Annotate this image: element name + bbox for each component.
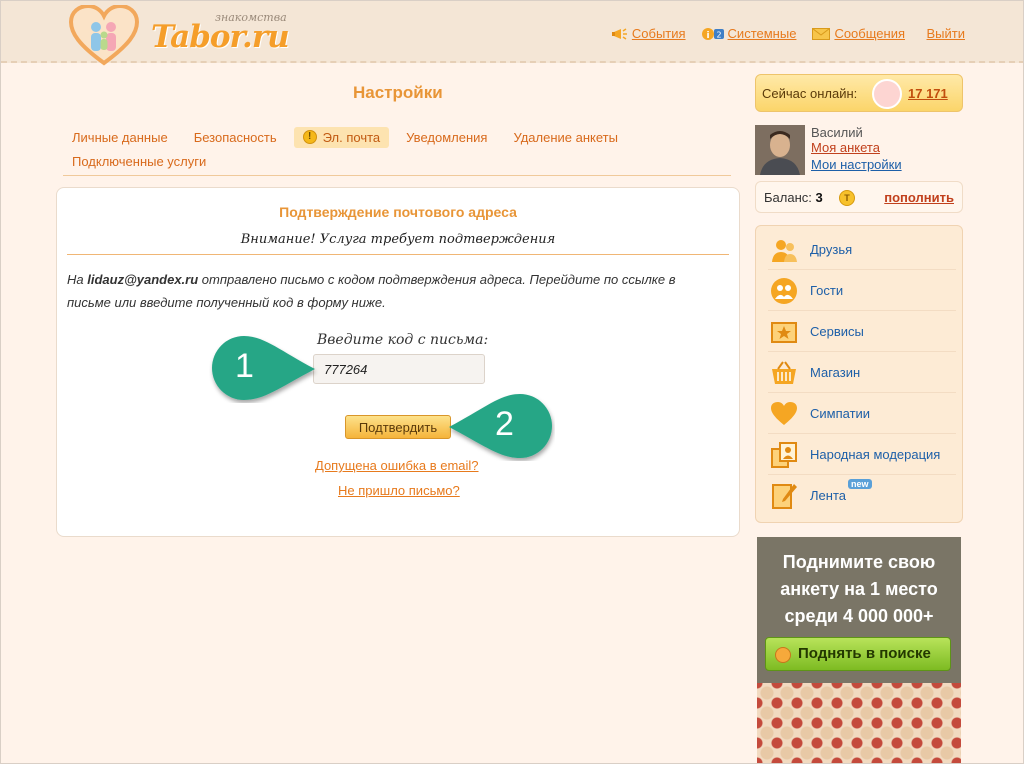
online-label: Сейчас онлайн:: [762, 86, 858, 101]
sidebar-item-sympathies[interactable]: Симпатии: [768, 394, 956, 434]
tab-personal-data[interactable]: Личные данные: [63, 127, 177, 148]
shop-icon: [772, 361, 796, 384]
settings-tabs: Личные данные Безопасность ! Эл. почта У…: [63, 125, 731, 173]
logo-text: Tabor.ru: [151, 19, 290, 55]
exit-link[interactable]: Выйти: [927, 26, 966, 41]
sidebar-item-feed[interactable]: Лента new: [768, 476, 956, 516]
info-icon: i2: [701, 27, 724, 41]
panel-description: На lidauz@yandex.ru отправлено письмо с …: [67, 268, 717, 314]
user-name: Василий: [811, 125, 863, 140]
site-logo[interactable]: знакомства Tabor.ru: [69, 5, 290, 66]
panel-warning: Внимание! Услуга требует подтверждения: [240, 232, 556, 247]
balance-text: Баланс:: [764, 190, 812, 205]
arrow-up-icon: [775, 647, 791, 663]
raise-button-label: Поднять в поиске: [798, 645, 931, 662]
sidebar-item-label: Лента: [810, 488, 846, 503]
email-address: lidauz@yandex.ru: [87, 272, 199, 287]
callout-1-number: 1: [235, 347, 254, 385]
nav-system-label: Системные: [727, 26, 797, 41]
crowd-image: [757, 683, 961, 763]
envelope-icon: [812, 27, 831, 40]
balance-label: Баланс: 3: [764, 190, 823, 205]
sidebar-item-label: Сервисы: [810, 324, 864, 339]
tab-security[interactable]: Безопасность: [185, 127, 286, 148]
panel-divider: [67, 254, 729, 255]
raise-in-search-button[interactable]: Поднять в поиске: [765, 637, 951, 671]
email-confirm-panel: Подтверждение почтового адреса Внимание!…: [56, 187, 740, 537]
tab-email[interactable]: ! Эл. почта: [293, 126, 390, 148]
tab-connected-services[interactable]: Подключенные услуги: [63, 151, 215, 172]
page-title: Настройки: [353, 83, 443, 102]
user-card: Василий Моя анкета Мои настройки: [755, 125, 965, 175]
coin-icon: T: [839, 190, 855, 206]
promo-line-2: анкету на 1 место: [780, 579, 938, 599]
nav-messages-link[interactable]: Сообщения: [812, 26, 905, 41]
promo-text: Поднимите свою анкету на 1 место среди 4…: [757, 549, 961, 630]
tab-notifications[interactable]: Уведомления: [397, 127, 496, 148]
svg-text:i: i: [706, 31, 709, 41]
sidebar-item-label: Друзья: [810, 242, 853, 257]
browser-frame: знакомства Tabor.ru События i2 Системные…: [0, 0, 1024, 764]
heart-icon: [771, 402, 797, 425]
friends-icon: [772, 240, 797, 262]
moderation-icon: [771, 442, 797, 468]
nav-system-badge: 2: [716, 30, 721, 39]
sidebar-item-services[interactable]: Сервисы: [768, 312, 956, 352]
nav-events-label: События: [631, 26, 686, 41]
sidebar-item-moderation[interactable]: Народная модерация: [768, 435, 956, 475]
sidebar-item-label: Народная модерация: [810, 447, 941, 462]
tab-email-label: Эл. почта: [322, 129, 381, 145]
description-prefix: На: [67, 272, 88, 287]
online-avatar: [872, 79, 902, 109]
promo-line-1: Поднимите свою: [782, 552, 936, 572]
confirm-button[interactable]: Подтвердить: [345, 415, 451, 439]
tab-delete-profile[interactable]: Удаление анкеты: [504, 127, 627, 148]
topup-link[interactable]: пополнить: [884, 190, 954, 205]
site-header: знакомства Tabor.ru События i2 Системные…: [1, 1, 1023, 66]
sidebar-item-label: Гости: [810, 283, 844, 298]
online-counter: Сейчас онлайн: 17 171: [755, 74, 963, 112]
services-icon: [771, 322, 797, 343]
code-label: Введите код с письма:: [317, 332, 489, 348]
promo-line-3: среди 4 000 000+: [784, 606, 934, 626]
sidebar-item-friends[interactable]: Друзья: [768, 230, 956, 270]
sidebar-item-label: Магазин: [810, 365, 861, 380]
callout-1-marker: [212, 336, 315, 400]
code-input[interactable]: [313, 354, 485, 384]
nav-system-link[interactable]: i2 Системные: [701, 26, 797, 41]
guests-icon: [771, 278, 797, 304]
avatar[interactable]: [755, 125, 805, 175]
callout-2-number: 2: [495, 405, 514, 443]
sidebar-menu: Друзья Гости Сервисы Магазин Симпатии На…: [755, 225, 963, 523]
balance-box: Баланс: 3 T пополнить: [755, 181, 963, 213]
sidebar-item-shop[interactable]: Магазин: [768, 353, 956, 393]
warning-icon: !: [302, 130, 317, 144]
nav-events-link[interactable]: События: [611, 26, 686, 41]
tabs-divider: [63, 175, 731, 176]
online-count-link[interactable]: 17 171: [908, 86, 948, 101]
sidebar-item-guests[interactable]: Гости: [768, 271, 956, 311]
new-badge: new: [848, 479, 872, 489]
balance-value: 3: [815, 190, 823, 205]
my-profile-link[interactable]: Моя анкета: [811, 140, 880, 155]
megaphone-icon: [611, 27, 627, 40]
top-navigation: События i2 Системные Сообщения: [611, 26, 905, 41]
no-mail-link[interactable]: Не пришло письмо?: [338, 483, 460, 498]
sidebar-item-label: Симпатии: [810, 406, 871, 421]
my-settings-link[interactable]: Мои настройки: [811, 157, 902, 172]
feed-icon: [772, 484, 797, 509]
promo-banner[interactable]: Поднимите свою анкету на 1 место среди 4…: [757, 537, 961, 763]
panel-title: Подтверждение почтового адреса: [279, 204, 517, 220]
nav-messages-label: Сообщения: [834, 26, 905, 41]
logo-heart-icon: [69, 5, 139, 66]
